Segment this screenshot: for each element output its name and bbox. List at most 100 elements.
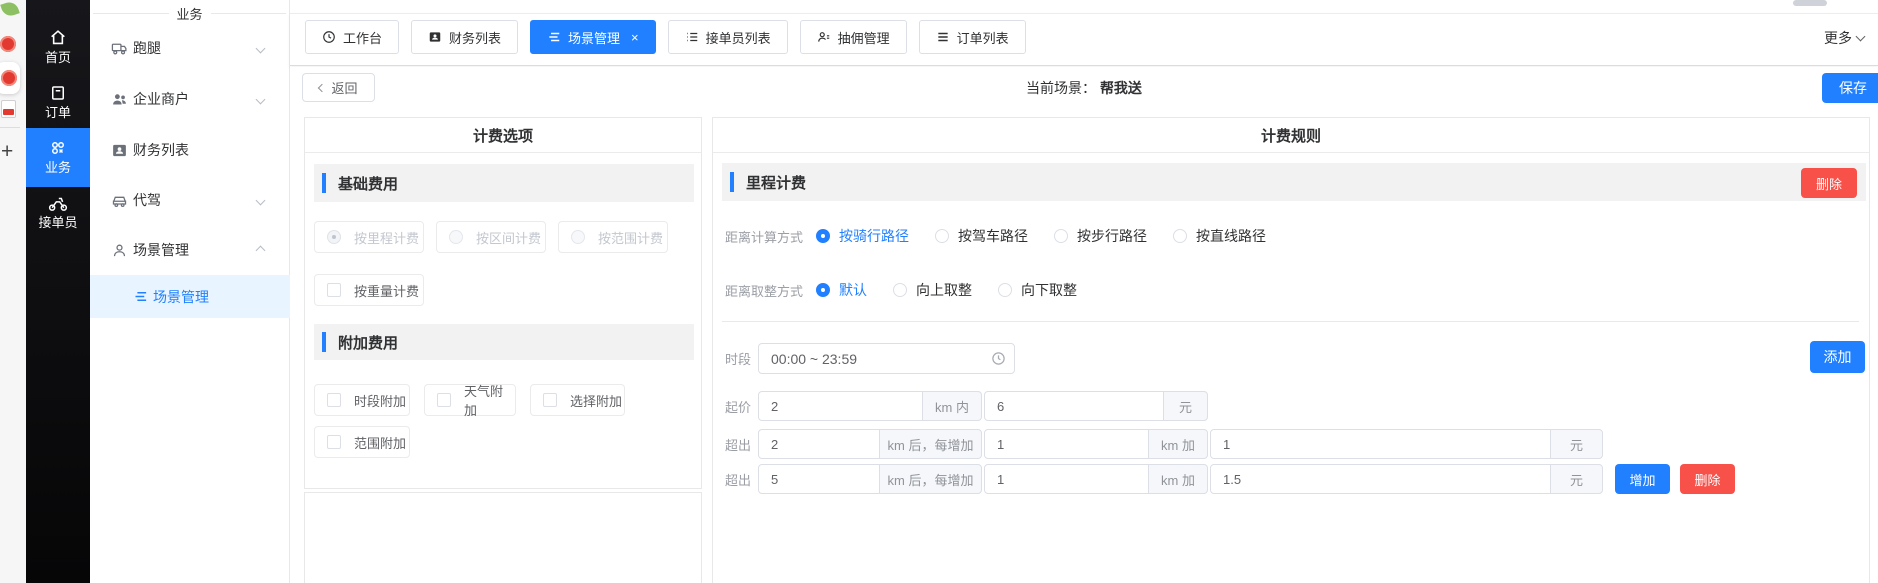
delete-section-button[interactable]: 删除: [1801, 168, 1857, 198]
tab-order-list[interactable]: 订单列表: [919, 20, 1026, 54]
scooter-icon: [48, 195, 68, 212]
current-scene-label: 当前场景：: [1026, 80, 1096, 96]
chevron-down-icon: [256, 195, 266, 205]
chevron-up-icon: [256, 245, 266, 255]
menu-item-driving[interactable]: 代驾: [90, 188, 290, 212]
radio-walking-route[interactable]: 按步行路径: [1054, 226, 1147, 246]
workbench-icon: [322, 30, 336, 44]
tab-scene-management[interactable]: 场景管理 ×: [530, 20, 656, 54]
accent-bar: [730, 172, 734, 192]
exceed-distance-input[interactable]: [758, 464, 880, 494]
tab-commission[interactable]: 抽佣管理: [800, 20, 907, 54]
scrollbar-thumb[interactable]: [1793, 0, 1827, 6]
finance-card-icon: [428, 30, 442, 44]
checkbox-option-time-extra[interactable]: 时段附加: [314, 384, 410, 416]
empty-panel: [304, 492, 702, 583]
radio-option-range[interactable]: 按范围计费: [558, 221, 668, 253]
radio-icon: [571, 230, 585, 244]
order-icon: [49, 84, 67, 102]
radio-icon: [893, 283, 907, 297]
finance-card-icon: [111, 142, 128, 159]
tab-finance-list[interactable]: 财务列表: [411, 20, 518, 54]
more-dropdown[interactable]: 更多: [1824, 28, 1864, 48]
radio-default-rounding[interactable]: 默认: [816, 280, 867, 300]
leaf-icon: [0, 0, 20, 18]
radio-icon: [998, 283, 1012, 297]
person-lines-icon: [817, 30, 831, 44]
pdf-doc-icon[interactable]: [1, 100, 16, 118]
person-icon: [111, 242, 128, 259]
truck-icon: [111, 40, 128, 57]
radio-selected-icon: [816, 283, 830, 297]
exceed-row-2: 超出 km 后，每增加 km 加 元 增加 删除: [713, 464, 1735, 494]
current-scene-value: 帮我送: [1100, 80, 1142, 96]
radio-straight-line-route[interactable]: 按直线路径: [1173, 226, 1266, 246]
radio-riding-route[interactable]: 按骑行路径: [816, 226, 909, 246]
delete-row-button[interactable]: 删除: [1680, 464, 1735, 494]
billing-rules-panel: 计费规则 里程计费 删除 距离计算方式 按骑行路径 按驾车路径 按步行路径: [712, 117, 1870, 583]
tab-workbench[interactable]: 工作台: [305, 20, 399, 54]
clock-icon: [991, 351, 1006, 366]
menu-item-scene-management[interactable]: 场景管理: [90, 238, 290, 262]
add-time-period-button[interactable]: 添加: [1810, 341, 1865, 373]
divider: [211, 13, 287, 14]
top-divider: [290, 13, 1878, 14]
menu-item-errand[interactable]: 跑腿: [90, 36, 290, 60]
chevron-down-icon: [1856, 32, 1866, 42]
radio-option-mileage[interactable]: 按里程计费: [314, 221, 424, 253]
tab-courier-list[interactable]: 接单员列表: [668, 20, 788, 54]
exceed-step-input[interactable]: [984, 429, 1149, 459]
checkbox-option-range-extra[interactable]: 范围附加: [314, 426, 410, 458]
close-icon[interactable]: ×: [631, 31, 639, 44]
radio-round-down[interactable]: 向下取整: [998, 280, 1077, 300]
checkbox-option-select-extra[interactable]: 选择附加: [530, 384, 625, 416]
add-icon[interactable]: +: [1, 140, 13, 164]
mileage-section-header: 里程计费: [722, 163, 1866, 201]
business-submenu: 业务 跑腿 企业商户 财务列表 代驾 场景管理: [90, 0, 290, 583]
toolbar: 返回 当前场景： 帮我送 保存: [290, 67, 1878, 107]
base-distance-input[interactable]: [758, 391, 923, 421]
radio-option-interval[interactable]: 按区间计费: [436, 221, 546, 253]
base-price-row: 起价 km 内 元: [713, 391, 1210, 421]
sidebar-item-home[interactable]: 首页: [26, 28, 90, 66]
screen: + 首页 订单 业务 接单员 业务 跑腿: [0, 0, 1878, 583]
checkbox-icon: [327, 283, 341, 297]
menu-item-finance[interactable]: 财务列表: [90, 138, 290, 162]
add-row-button[interactable]: 增加: [1615, 464, 1670, 494]
checkbox-option-weight[interactable]: 按重量计费: [314, 274, 424, 306]
save-button[interactable]: 保存: [1822, 73, 1878, 103]
pinned-app-card[interactable]: [0, 62, 20, 94]
checkbox-icon: [327, 435, 341, 449]
base-price-input[interactable]: [984, 391, 1164, 421]
time-range-input[interactable]: [758, 343, 1015, 374]
checkbox-option-weather-extra[interactable]: 天气附加: [424, 384, 516, 416]
menu-item-enterprise[interactable]: 企业商户: [90, 87, 290, 111]
sidebar-item-couriers[interactable]: 接单员: [26, 195, 90, 231]
distance-method-row: 距离计算方式 按骑行路径 按驾车路径 按步行路径 按直线路径: [713, 226, 1869, 246]
home-icon: [48, 28, 68, 47]
billing-options-panel: 计费选项 基础费用 按里程计费 按区间计费 按范围计费 按重量计费 附加费用: [304, 117, 702, 489]
checkbox-icon: [327, 393, 341, 407]
time-period-row: 时段: [713, 343, 1015, 374]
sidebar-item-business[interactable]: 业务: [26, 139, 90, 176]
exceed-step-input[interactable]: [984, 464, 1149, 494]
submenu-item-scene-management-active[interactable]: 场景管理: [90, 275, 290, 318]
exceed-fee-input[interactable]: [1210, 464, 1551, 494]
accent-bar: [322, 332, 326, 352]
exceed-distance-input[interactable]: [758, 429, 880, 459]
radio-round-up[interactable]: 向上取整: [893, 280, 972, 300]
apps-grid-icon: [49, 139, 67, 157]
checkbox-icon: [437, 393, 451, 407]
users-icon: [111, 91, 128, 108]
sidebar-item-orders[interactable]: 订单: [26, 84, 90, 121]
app-red-icon[interactable]: [0, 36, 16, 52]
panel-title: 计费选项: [305, 118, 701, 153]
lines-icon: [936, 30, 950, 44]
radio-icon: [1054, 229, 1068, 243]
panel-title: 计费规则: [713, 118, 1869, 153]
radio-driving-route[interactable]: 按驾车路径: [935, 226, 1028, 246]
chevron-down-icon: [256, 94, 266, 104]
exceed-fee-input[interactable]: [1210, 429, 1551, 459]
radio-icon: [449, 230, 463, 244]
distance-rounding-row: 距离取整方式 默认 向上取整 向下取整: [713, 280, 1869, 300]
